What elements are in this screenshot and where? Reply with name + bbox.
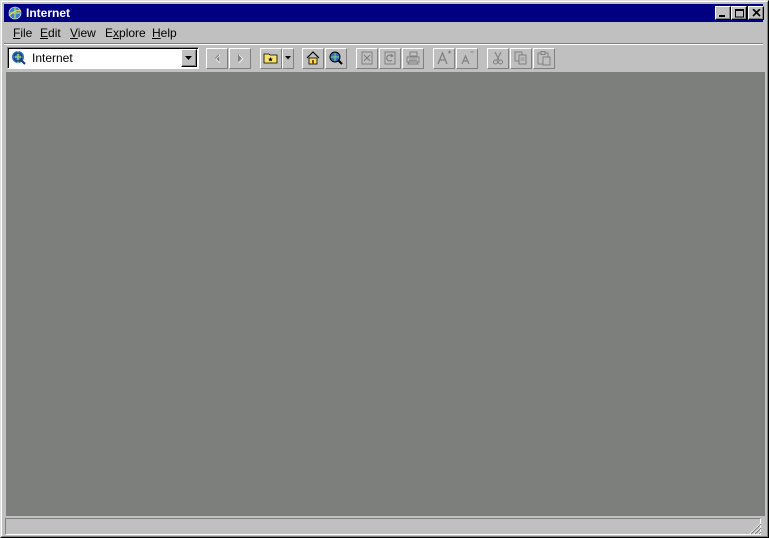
paste-button[interactable] — [533, 48, 555, 69]
menu-explore-pre: E — [105, 26, 114, 40]
menu-explore-rest: plore — [119, 26, 146, 40]
home-button[interactable] — [302, 48, 324, 69]
font-larger-icon — [437, 50, 451, 65]
address-dropdown-button[interactable] — [181, 49, 197, 67]
font-smaller-button[interactable] — [456, 48, 478, 69]
cut-icon — [493, 51, 503, 65]
chevron-down-icon — [185, 56, 192, 60]
menu-bar: File Edit View Explore Help — [4, 24, 763, 43]
refresh-icon — [384, 51, 396, 65]
home-icon — [306, 51, 320, 65]
menu-help[interactable]: Help — [152, 26, 177, 41]
minimize-icon — [719, 15, 725, 17]
menu-view[interactable]: View — [70, 26, 96, 41]
menu-edit[interactable]: Edit — [40, 26, 61, 41]
explorer-window: Internet File Edit View Explore Help Int… — [0, 0, 769, 538]
minimize-button[interactable] — [715, 6, 731, 20]
menu-edit-rest: dit — [48, 26, 61, 40]
search-globe-icon — [329, 51, 343, 65]
folder-star-icon — [263, 53, 278, 64]
menu-file[interactable]: File — [13, 26, 32, 41]
cut-button[interactable] — [487, 48, 509, 69]
menu-help-rest: elp — [160, 26, 177, 40]
back-arrow-icon — [215, 54, 221, 64]
address-combo[interactable]: Internet — [7, 47, 199, 69]
toolbar: Internet — [4, 45, 763, 71]
stop-button[interactable] — [356, 48, 378, 69]
favorites-dropdown-button[interactable] — [282, 48, 294, 69]
menu-explore[interactable]: Explore — [105, 26, 146, 41]
resize-grip-icon[interactable] — [749, 522, 762, 535]
chevron-down-icon — [285, 56, 291, 60]
font-smaller-icon — [461, 51, 474, 65]
window-title: Internet — [26, 6, 71, 20]
back-button[interactable] — [206, 48, 228, 69]
status-field — [5, 518, 761, 535]
menu-help-mnemonic: H — [152, 26, 161, 40]
stop-icon — [361, 51, 373, 65]
forward-arrow-icon — [238, 54, 244, 64]
menu-view-rest: iew — [77, 26, 96, 40]
title-bar[interactable]: Internet — [4, 4, 764, 22]
status-bar — [4, 518, 763, 536]
maximize-button[interactable] — [731, 6, 747, 20]
print-icon — [406, 51, 420, 65]
close-button[interactable] — [748, 6, 764, 20]
ie-globe-icon[interactable] — [7, 5, 23, 21]
copy-icon — [514, 51, 527, 65]
forward-button[interactable] — [229, 48, 251, 69]
print-button[interactable] — [402, 48, 424, 69]
menu-edit-mnemonic: E — [40, 26, 49, 40]
menu-view-mnemonic: V — [70, 26, 78, 40]
refresh-button[interactable] — [379, 48, 401, 69]
close-icon — [752, 9, 761, 17]
open-favorites-button[interactable] — [260, 48, 282, 69]
address-value: Internet — [32, 51, 73, 65]
copy-button[interactable] — [510, 48, 532, 69]
maximize-icon — [735, 9, 744, 18]
menu-file-rest: ile — [20, 26, 33, 40]
ie-globe-icon — [11, 50, 27, 66]
paste-icon — [537, 51, 551, 66]
browser-content[interactable] — [6, 72, 765, 516]
search-button[interactable] — [325, 48, 347, 69]
font-larger-button[interactable] — [433, 48, 455, 69]
